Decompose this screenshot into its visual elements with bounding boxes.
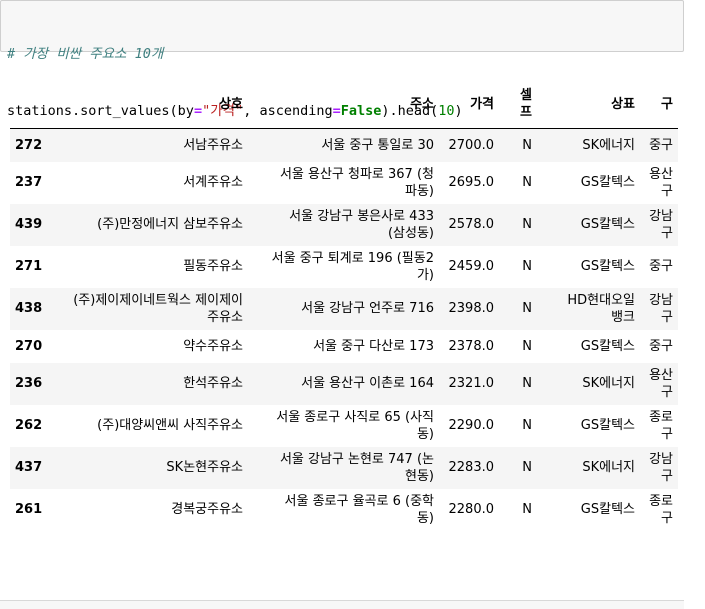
cell-gu: 강남 구 xyxy=(649,208,673,241)
table-row: 272 서남주유소 서울 중구 통일로 30 2700.0 N SK에너지 중구 xyxy=(10,128,678,162)
cell-price: 2378.0 xyxy=(448,338,495,354)
row-index: 439 xyxy=(15,217,43,232)
cell-self: N xyxy=(522,376,532,391)
header-address: 주소 xyxy=(248,80,439,129)
table-row: 439 (주)만정에너지 삼보주유소 서울 강남구 봉은사로 433 (삼성동) 257… xyxy=(10,203,678,246)
cell-name: 약수주유소 xyxy=(183,338,243,354)
table-row: 437 SK논현주유소 서울 강남구 논현로 747 (논 현동) 2283.0 N SK에… xyxy=(10,446,678,489)
table-row: 236 한석주유소 서울 용산구 이촌로 164 2321.0 N SK에너지 용산 구 xyxy=(10,362,678,405)
cell-name: 한석주유소 xyxy=(183,376,243,391)
cell-name: SK논현주유소 xyxy=(166,460,243,475)
cell-name: (주)대양씨앤씨 사직주유소 xyxy=(97,418,243,433)
cell-price: 2700.0 xyxy=(448,137,495,153)
cell-price: 2578.0 xyxy=(448,217,495,232)
cell-self: N xyxy=(522,418,532,433)
cell-brand: SK에너지 xyxy=(582,137,635,153)
cell-gu: 종로 구 xyxy=(649,409,673,442)
table-row: 237 서계주유소 서울 용산구 청파로 367 (청 파동) 2695.0 N GS칼텍스… xyxy=(10,162,678,204)
cell-gu: 용산 구 xyxy=(649,367,673,400)
cell-self: N xyxy=(522,460,532,475)
cell-brand: GS칼텍스 xyxy=(580,338,635,354)
cell-brand: GS칼텍스 xyxy=(580,502,635,517)
row-index: 272 xyxy=(15,137,43,153)
cell-price: 2695.0 xyxy=(448,175,495,190)
cell-address: 서울 강남구 봉은사로 433 (삼성동) xyxy=(289,208,434,241)
cell-self: N xyxy=(522,338,532,354)
cell-name: 경복궁주유소 xyxy=(171,502,243,517)
cell-address: 서울 중구 다산로 173 xyxy=(313,338,434,354)
cell-brand: GS칼텍스 xyxy=(580,217,635,232)
cell-name: 서계주유소 xyxy=(183,175,243,190)
table-row: 438 (주)제이제이네트웍스 제이제이 주유소 서울 강남구 언주로 716 2398… xyxy=(10,287,678,330)
table-row: 261 경복궁주유소 서울 종로구 율곡로 6 (중학 동) 2280.0 N GS칼텍스 종… xyxy=(10,489,678,531)
cell-self: N xyxy=(522,137,532,153)
cell-gu: 종로 구 xyxy=(649,493,673,526)
cell-brand: HD현대오일 뱅크 xyxy=(567,292,635,325)
header-self: 셀프 xyxy=(499,80,537,129)
cell-name: (주)만정에너지 삼보주유소 xyxy=(97,217,243,232)
code-cell[interactable]: # 가장 비싼 주요소 10개 stations.sort_values(by=… xyxy=(0,0,684,119)
cell-gu: 강남 구 xyxy=(649,451,673,484)
header-name: 상호 xyxy=(48,80,248,129)
row-index: 261 xyxy=(15,502,43,517)
table-header-row: 상호 주소 가격 셀 프 상표 구 xyxy=(10,80,678,129)
row-index: 237 xyxy=(15,175,43,190)
row-index: 271 xyxy=(15,259,43,274)
cell-brand: SK에너지 xyxy=(582,460,635,475)
cell-address: 서울 중구 퇴계로 196 (필동2 가) xyxy=(271,250,434,283)
cell-self: N xyxy=(522,301,532,316)
table-row: 271 필동주유소 서울 중구 퇴계로 196 (필동2 가) 2459.0 N GS칼텍스… xyxy=(10,246,678,288)
table-row: 270 약수주유소 서울 중구 다산로 173 2378.0 N GS칼텍스 중구 xyxy=(10,330,678,363)
cell-address: 서울 용산구 청파로 367 (청 파동) xyxy=(279,166,434,199)
cell-price: 2321.0 xyxy=(448,376,495,391)
cell-address: 서울 용산구 이촌로 164 xyxy=(301,376,434,391)
cell-self: N xyxy=(522,217,532,232)
cell-self: N xyxy=(522,175,532,190)
cell-gu: 용산 구 xyxy=(649,166,673,199)
row-index: 437 xyxy=(15,460,43,475)
header-gu: 구 xyxy=(640,80,678,129)
cell-brand: GS칼텍스 xyxy=(580,418,635,433)
row-index: 236 xyxy=(15,376,43,391)
cell-price: 2290.0 xyxy=(448,418,495,433)
row-index: 270 xyxy=(15,338,43,354)
cell-brand: SK에너지 xyxy=(582,376,635,391)
cell-name: 서남주유소 xyxy=(183,137,243,153)
cell-address: 서울 강남구 언주로 716 xyxy=(301,301,434,316)
cell-price: 2280.0 xyxy=(448,502,495,517)
cell-name: 필동주유소 xyxy=(183,259,243,274)
cell-self: N xyxy=(522,259,532,274)
cell-address: 서울 강남구 논현로 747 (논 현동) xyxy=(279,451,434,484)
cell-price: 2398.0 xyxy=(448,301,495,316)
header-index xyxy=(10,80,48,129)
cell-gu: 강남 구 xyxy=(649,292,673,325)
cell-address: 서울 중구 통일로 30 xyxy=(321,137,434,153)
cell-address: 서울 종로구 율곡로 6 (중학 동) xyxy=(284,493,434,526)
table-row: 262 (주)대양씨앤씨 사직주유소 서울 종로구 사직로 65 (사직 동) 2290… xyxy=(10,405,678,447)
header-price: 가격 xyxy=(439,80,499,129)
cell-address: 서울 종로구 사직로 65 (사직 동) xyxy=(276,409,434,442)
cell-gu: 중구 xyxy=(649,259,673,274)
cell-self: N xyxy=(522,502,532,517)
cell-brand: GS칼텍스 xyxy=(580,175,635,190)
row-index: 438 xyxy=(15,301,43,316)
dataframe-table: 상호 주소 가격 셀 프 상표 구 272 서남주유소 서울 중구 통일로 30 2700.0 N S… xyxy=(10,80,678,531)
table-body: 272 서남주유소 서울 중구 통일로 30 2700.0 N SK에너지 중구 237 서계주… xyxy=(10,128,678,531)
cell-name: (주)제이제이네트웍스 제이제이 주유소 xyxy=(73,292,243,325)
cell-brand: GS칼텍스 xyxy=(580,259,635,274)
code-comment: # 가장 비싼 주요소 10개 xyxy=(7,46,164,62)
cell-gu: 중구 xyxy=(649,137,673,153)
header-brand: 상표 xyxy=(537,80,640,129)
cell-price: 2283.0 xyxy=(448,460,495,475)
cell-gu: 중구 xyxy=(649,338,673,354)
cell-price: 2459.0 xyxy=(448,259,495,274)
row-index: 262 xyxy=(15,418,43,433)
